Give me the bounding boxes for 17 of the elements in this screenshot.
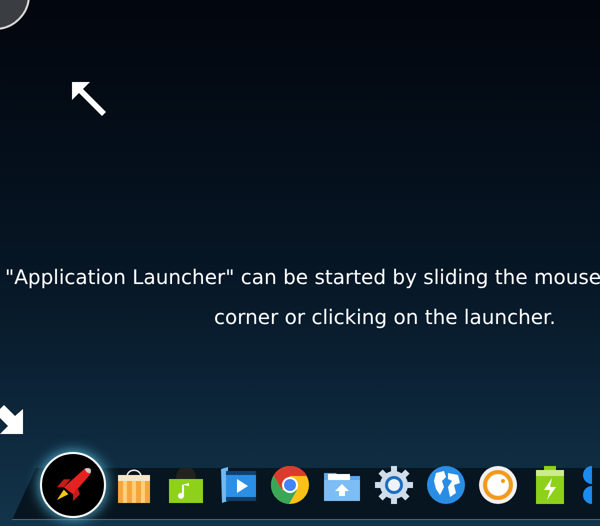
- browser-icon: [270, 465, 310, 505]
- dock-item[interactable]: [218, 465, 258, 505]
- arrow-icon: [0, 405, 23, 434]
- dock-icon: [582, 465, 592, 505]
- dock-item[interactable]: [166, 465, 206, 505]
- music-bag-icon: [166, 465, 206, 505]
- dock-item[interactable]: [478, 465, 518, 505]
- dial-icon: [478, 465, 518, 505]
- tip-text: "Application Launcher" can be started by sliding the mouse: [5, 265, 600, 289]
- dock-item[interactable]: [270, 465, 310, 505]
- dock-item[interactable]: [426, 465, 466, 505]
- globe-icon: [426, 465, 466, 505]
- video-icon: [218, 465, 258, 505]
- tip-text: corner or clicking on the launcher.: [214, 305, 556, 329]
- settings-icon: [374, 465, 414, 505]
- arrow-icon: [70, 80, 108, 118]
- dock-item[interactable]: [374, 465, 414, 505]
